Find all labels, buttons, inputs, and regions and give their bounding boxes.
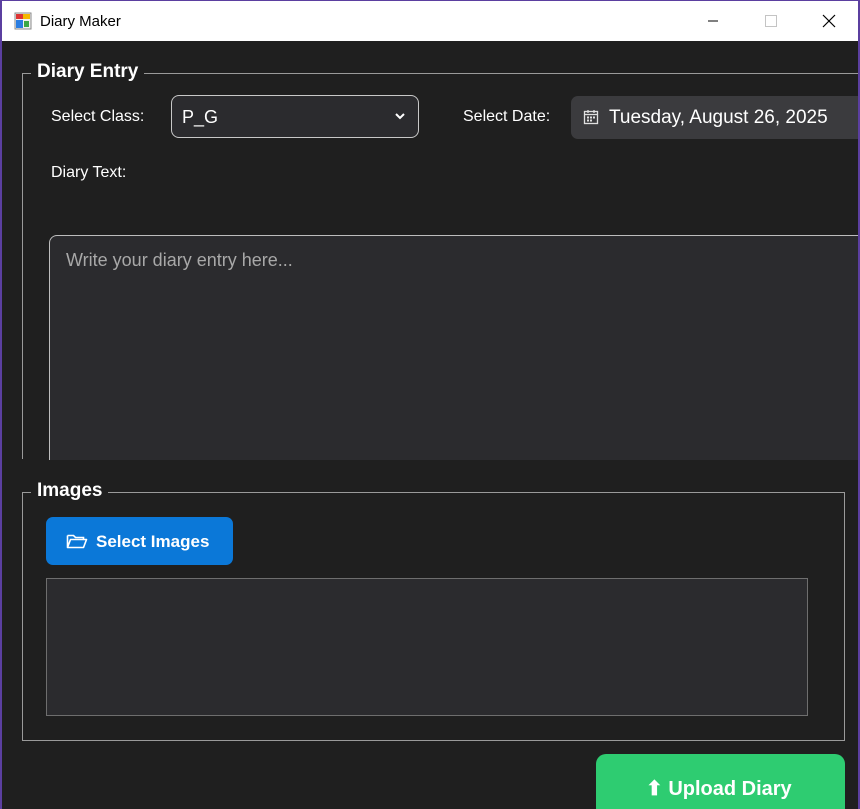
class-dropdown-value: P_G	[182, 107, 219, 127]
diary-text-input[interactable]: Write your diary entry here...	[49, 235, 858, 460]
close-icon	[822, 14, 836, 28]
date-picker-value: Tuesday, August 26, 2025	[609, 107, 828, 128]
maximize-icon	[765, 15, 777, 27]
select-images-button[interactable]: Select Images	[46, 517, 233, 565]
minimize-icon	[708, 20, 718, 22]
class-label: Select Class:	[51, 108, 145, 125]
folder-icon	[66, 534, 88, 549]
image-preview-list[interactable]	[46, 578, 808, 716]
client-area: Diary Entry Select Class: P_G Select Dat…	[2, 41, 858, 809]
date-picker[interactable]: Tuesday, August 26, 2025	[571, 96, 858, 139]
images-legend: Images	[31, 480, 109, 502]
diary-entry-legend: Diary Entry	[31, 61, 145, 83]
minimize-button[interactable]	[684, 1, 742, 41]
upload-diary-button[interactable]: ⬆ Upload Diary	[596, 754, 845, 809]
close-button[interactable]	[800, 1, 858, 41]
app-icon	[14, 12, 32, 30]
select-images-label: Select Images	[96, 532, 210, 551]
class-dropdown[interactable]: P_G	[171, 95, 419, 138]
title-bar[interactable]: Diary Maker	[2, 1, 858, 41]
diary-text-placeholder: Write your diary entry here...	[66, 250, 293, 270]
upload-diary-label: ⬆ Upload Diary	[646, 778, 792, 800]
calendar-icon	[583, 110, 599, 125]
maximize-button[interactable]	[742, 1, 800, 41]
window-title: Diary Maker	[40, 13, 121, 30]
diary-text-label: Diary Text:	[51, 164, 127, 181]
chevron-down-icon	[395, 113, 405, 120]
date-label: Select Date:	[463, 108, 551, 125]
